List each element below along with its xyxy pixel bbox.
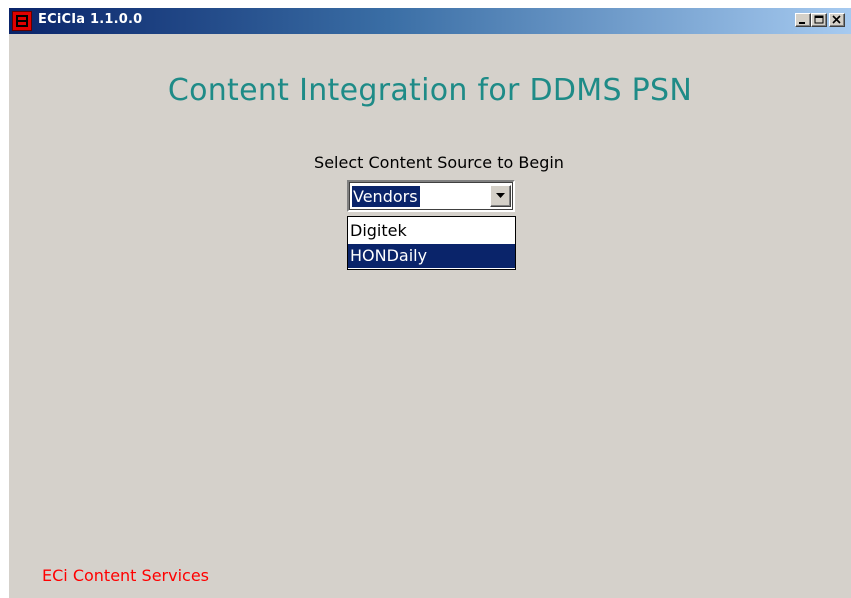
- title-bar[interactable]: ECiCIa 1.1.0.0: [9, 8, 851, 34]
- close-icon: [832, 15, 841, 24]
- maximize-icon: [814, 15, 824, 24]
- select-prompt-label: Select Content Source to Begin: [314, 153, 564, 172]
- page-title: Content Integration for DDMS PSN: [167, 73, 693, 108]
- window-title: ECiCIa 1.1.0.0: [38, 12, 143, 27]
- app-icon[interactable]: [12, 11, 32, 31]
- content-source-select[interactable]: Vendors: [347, 180, 515, 212]
- chevron-down-icon: [496, 193, 505, 198]
- dropdown-option-hondaily[interactable]: HONDaily: [348, 244, 515, 268]
- minimize-icon: [799, 22, 805, 24]
- close-button[interactable]: [829, 13, 845, 27]
- dropdown-option-digitek[interactable]: Digitek: [348, 219, 515, 243]
- minimize-button[interactable]: [795, 13, 811, 27]
- content-source-selected-value[interactable]: Vendors: [352, 186, 420, 207]
- app-window: ECiCIa 1.1.0.0 Content Integration for D…: [8, 7, 851, 598]
- content-source-dropdown-list[interactable]: Digitek HONDaily: [347, 216, 516, 270]
- footer-text: ECi Content Services: [42, 566, 209, 585]
- dropdown-arrow-button[interactable]: [490, 185, 511, 207]
- maximize-button[interactable]: [811, 13, 827, 27]
